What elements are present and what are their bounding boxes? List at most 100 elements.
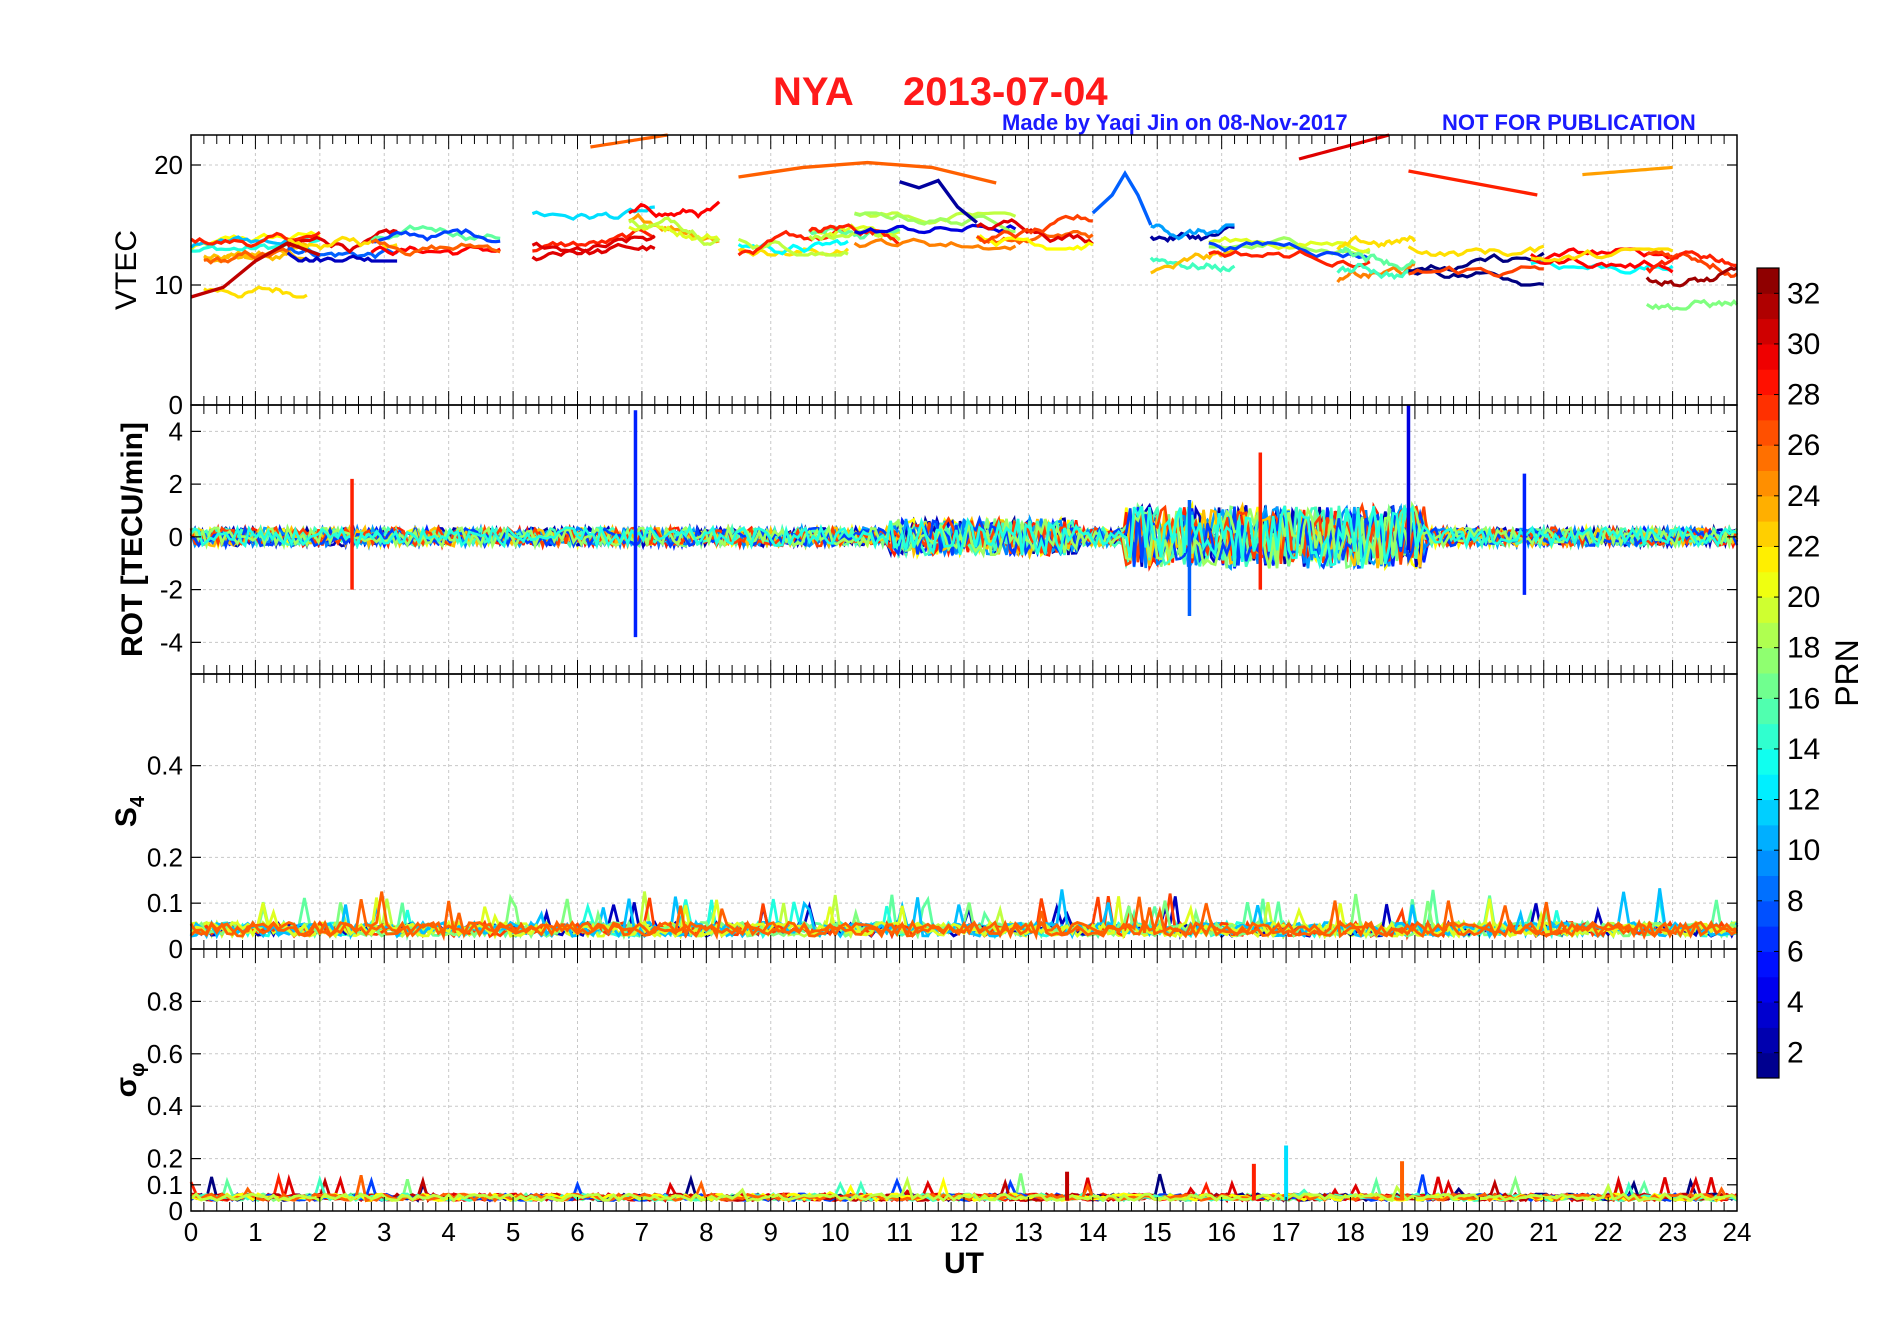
colorbar-swatch bbox=[1757, 622, 1779, 649]
y-tick-label: 0.4 bbox=[147, 751, 183, 781]
colorbar-tick-label: 2 bbox=[1787, 1037, 1804, 1070]
y-tick-label: 0.2 bbox=[147, 1144, 183, 1174]
y-axis-label-sub: φ bbox=[127, 1063, 149, 1077]
vtec-trace bbox=[628, 200, 721, 219]
colorbar-tick-label: 20 bbox=[1787, 581, 1820, 614]
vtec-sample-track bbox=[738, 160, 997, 185]
colorbar-swatch bbox=[1757, 419, 1779, 446]
y-axis-label: VTEC bbox=[110, 230, 143, 310]
colorbar-swatch bbox=[1757, 521, 1779, 547]
y-tick-label: 0 bbox=[169, 1196, 183, 1226]
colorbar-tick-label: 6 bbox=[1787, 935, 1804, 968]
y-tick-label: 0.6 bbox=[147, 1039, 183, 1069]
x-tick-label: 9 bbox=[764, 1217, 778, 1247]
colorbar-swatch bbox=[1757, 850, 1779, 876]
colorbar-swatch bbox=[1757, 546, 1779, 573]
colorbar-swatch bbox=[1757, 774, 1779, 801]
vtec-trace bbox=[1298, 133, 1390, 161]
x-axis-label: UT bbox=[944, 1247, 984, 1280]
vtec-sample-track bbox=[1091, 170, 1153, 226]
x-tick-label: 5 bbox=[506, 1217, 520, 1247]
x-tick-label: 8 bbox=[699, 1217, 713, 1247]
colorbar-tick-label: 22 bbox=[1787, 530, 1820, 563]
x-tick-label: 13 bbox=[1014, 1217, 1043, 1247]
x-tick-label: 20 bbox=[1465, 1217, 1494, 1247]
panel-rot: -4 -2 0 2 4 ROT [TECU/min] bbox=[116, 404, 1739, 675]
x-tick-label: 16 bbox=[1207, 1217, 1236, 1247]
y-tick-label: 0 bbox=[169, 934, 183, 964]
vtec-trace bbox=[1149, 256, 1236, 273]
x-tick-label: 10 bbox=[821, 1217, 850, 1247]
colorbar-swatch bbox=[1757, 571, 1779, 598]
y-tick-label: 4 bbox=[169, 416, 183, 446]
colorbar-swatch bbox=[1757, 1002, 1779, 1028]
x-tick-label: 14 bbox=[1078, 1217, 1107, 1247]
colorbar-swatch bbox=[1757, 394, 1779, 421]
colorbar-tick-label: 4 bbox=[1787, 986, 1804, 1019]
colorbar-swatch bbox=[1757, 926, 1779, 952]
y-tick-label: 0.4 bbox=[147, 1091, 183, 1121]
colorbar-swatch bbox=[1757, 951, 1779, 978]
colorbar-label: PRN bbox=[1829, 639, 1865, 707]
x-tick-label: 6 bbox=[570, 1217, 584, 1247]
panel-sigma_phi: 00.10.2 0.4 0.6 0.8 σφ bbox=[110, 948, 1738, 1226]
colorbar-tick-label: 30 bbox=[1787, 328, 1820, 361]
x-tick-label: 15 bbox=[1143, 1217, 1172, 1247]
x-tick-label: 24 bbox=[1723, 1217, 1752, 1247]
series-s4 bbox=[189, 888, 1739, 942]
x-tick-label: 21 bbox=[1529, 1217, 1558, 1247]
colorbar-tick-label: 18 bbox=[1787, 632, 1820, 665]
colorbar-swatch bbox=[1757, 470, 1779, 497]
y-tick-label: 0.1 bbox=[147, 1170, 183, 1200]
x-tick-label: 12 bbox=[950, 1217, 979, 1247]
x-tick-label: 7 bbox=[635, 1217, 649, 1247]
x-tick-label: 17 bbox=[1272, 1217, 1301, 1247]
vtec-trace bbox=[1645, 266, 1738, 288]
y-axis-label-sub: 4 bbox=[127, 795, 149, 807]
colorbar-tick-label: 14 bbox=[1787, 733, 1820, 766]
colorbar-tick-label: 32 bbox=[1787, 277, 1820, 310]
y-tick-label: 0.1 bbox=[147, 888, 183, 918]
colorbar-tick-label: 16 bbox=[1787, 682, 1820, 715]
colorbar-swatch bbox=[1757, 318, 1779, 345]
colorbar-swatch bbox=[1757, 293, 1779, 320]
panel-vtec: 01020VTEC bbox=[110, 133, 1739, 420]
y-axis-label: S4 bbox=[110, 795, 149, 827]
disclaimer-note: NOT FOR PUBLICATION bbox=[1442, 110, 1696, 135]
x-tick-label: 22 bbox=[1594, 1217, 1623, 1247]
y-tick-label: 20 bbox=[154, 150, 183, 180]
x-tick-label: 3 bbox=[377, 1217, 391, 1247]
x-tick-label: 4 bbox=[441, 1217, 455, 1247]
colorbar-swatch bbox=[1757, 748, 1779, 775]
colorbar-tick-label: 12 bbox=[1787, 784, 1820, 817]
colorbar-swatch bbox=[1757, 445, 1779, 471]
y-axis-label: ROT [TECU/min] bbox=[116, 422, 149, 657]
colorbar-swatch bbox=[1757, 1052, 1779, 1079]
x-tick-label: 18 bbox=[1336, 1217, 1365, 1247]
colorbar-swatch bbox=[1757, 495, 1779, 522]
x-tick-label: 19 bbox=[1400, 1217, 1429, 1247]
y-tick-label: 0.8 bbox=[147, 986, 183, 1016]
credit-note: Made by Yaqi Jin on 08-Nov-2017 bbox=[1002, 110, 1348, 135]
colorbar-tick-label: 26 bbox=[1787, 429, 1820, 462]
vtec-trace bbox=[1407, 244, 1545, 258]
panel-s4: 0 0.1 0.2 0.4 S4 bbox=[110, 673, 1739, 964]
colorbar-tick-label: 28 bbox=[1787, 379, 1820, 412]
y-tick-label: -2 bbox=[160, 575, 183, 605]
y-tick-label: 10 bbox=[154, 270, 183, 300]
colorbar-swatch bbox=[1757, 647, 1779, 674]
x-tick-label: 11 bbox=[886, 1217, 913, 1247]
vtec-trace bbox=[1645, 298, 1739, 311]
y-tick-label: 2 bbox=[169, 469, 183, 499]
colorbar-swatch bbox=[1757, 369, 1779, 396]
x-axis: 0 1 2 3 4 5 6 7 8 9 10 11 12 13 14 15 16 17 18 19 20 21 22 23 24… bbox=[184, 1217, 1752, 1280]
colorbar-swatch bbox=[1757, 268, 1779, 294]
panels: 01020VTEC-4-2024ROT [TECU/min]00.10.20.4… bbox=[110, 133, 1739, 1226]
title: NYA 2013-07-04 bbox=[773, 70, 1108, 114]
y-axis-label: σφ bbox=[110, 1063, 149, 1098]
vtec-sample-track bbox=[1408, 169, 1538, 197]
colorbar-tick-label: 10 bbox=[1787, 834, 1820, 867]
colorbar-swatch bbox=[1757, 1027, 1779, 1054]
colorbar-swatch bbox=[1757, 597, 1779, 623]
series-rot bbox=[189, 405, 1739, 638]
